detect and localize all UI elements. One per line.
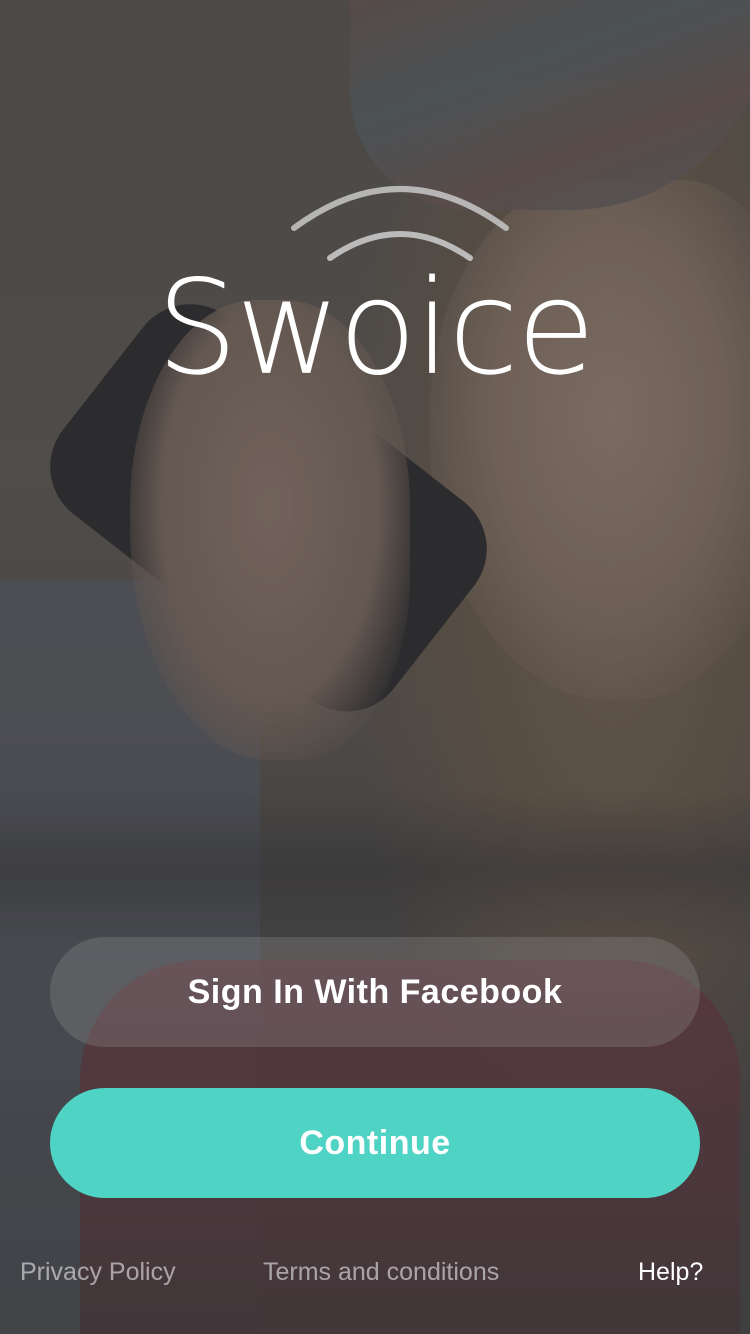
terms-and-conditions-link[interactable]: Terms and conditions: [263, 1258, 499, 1287]
privacy-policy-link[interactable]: Privacy Policy: [20, 1258, 176, 1287]
continue-button[interactable]: Continue: [50, 1088, 700, 1198]
help-link[interactable]: Help?: [638, 1258, 703, 1287]
sign-in-facebook-button[interactable]: Sign In With Facebook: [50, 937, 700, 1047]
app-logo: Swoice: [0, 170, 750, 410]
logo-wordmark: Swoice: [156, 252, 596, 405]
continue-label: Continue: [299, 1123, 451, 1162]
sign-in-facebook-label: Sign In With Facebook: [187, 972, 563, 1011]
footer-links: Privacy Policy Terms and conditions Help…: [0, 1258, 750, 1298]
